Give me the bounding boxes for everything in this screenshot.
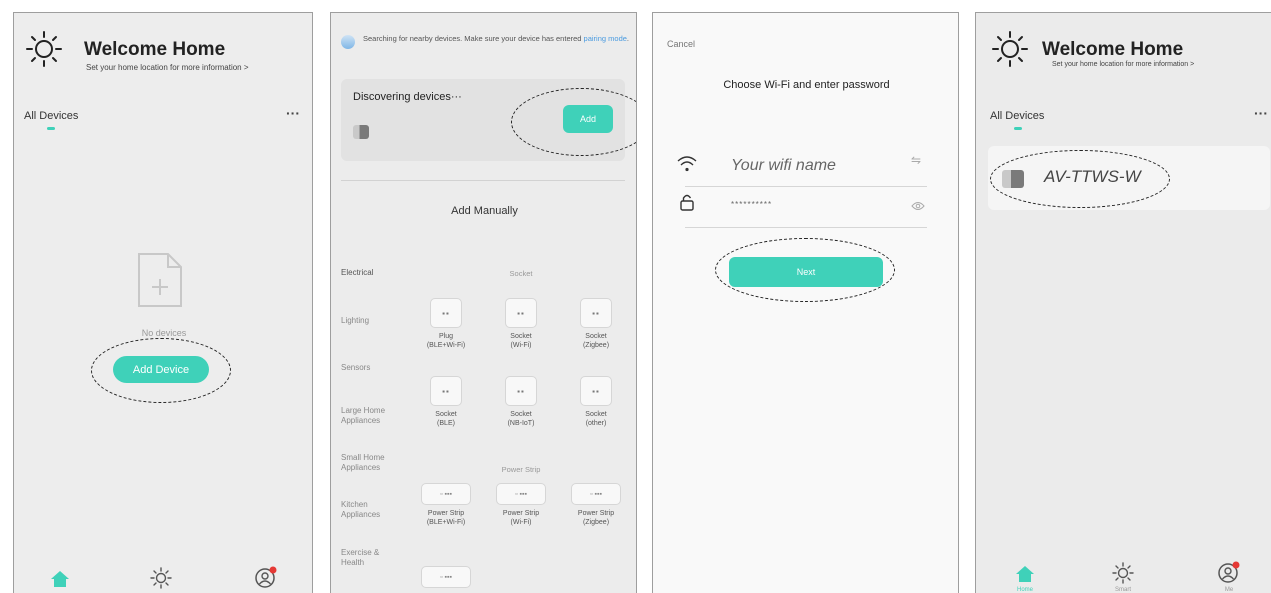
- searching-icon: [341, 35, 355, 49]
- smart-sun-icon[interactable]: [1111, 561, 1135, 585]
- product-socket-zigbee[interactable]: ▪▪ Socket (Zigbee): [566, 298, 626, 350]
- category-kitchen-appliances[interactable]: Kitchen Appliances: [341, 500, 391, 520]
- socket-icon: ▪▪: [430, 298, 462, 328]
- wifi-name-input[interactable]: Your wifi name: [731, 157, 836, 175]
- product-power-strip-zigbee[interactable]: ▫ ▪▪▪ Power Strip (Zigbee): [566, 483, 626, 527]
- lock-icon: [679, 193, 695, 211]
- product-sub: (Wi-Fi): [510, 342, 532, 349]
- product-name: Socket: [585, 333, 607, 340]
- password-underline: [685, 227, 927, 228]
- product-sub: (BLE): [437, 420, 455, 427]
- profile-icon[interactable]: [1216, 559, 1242, 585]
- sun-icon: [990, 29, 1030, 69]
- tab-indicator: [47, 127, 55, 130]
- divider: [341, 180, 625, 181]
- product-socket-ble[interactable]: ▪▪ Socket (BLE): [416, 376, 476, 428]
- tab-all-devices[interactable]: All Devices: [990, 110, 1044, 122]
- more-icon[interactable]: ···: [1254, 105, 1268, 121]
- product-sub: (BLE+Wi-Fi): [426, 519, 466, 526]
- product-socket-nb-iot[interactable]: ▪▪ Socket (NB-IoT): [491, 376, 551, 428]
- home-location-link[interactable]: Set your home location for more informat…: [86, 63, 249, 72]
- sun-icon: [24, 29, 64, 69]
- category-large-home-appliances[interactable]: Large Home Appliances: [341, 406, 391, 426]
- home-location-link[interactable]: Set your home location for more informat…: [1052, 61, 1194, 68]
- nav-label-smart: Smart: [1114, 587, 1131, 593]
- socket-icon: ▪▪: [430, 376, 462, 406]
- tab-indicator: [1014, 127, 1022, 130]
- product-sub: (Wi-Fi): [510, 519, 532, 526]
- searching-text: Searching for nearby devices. Make sure …: [363, 33, 629, 45]
- home-icon[interactable]: [49, 568, 71, 590]
- product-name: Socket: [510, 333, 532, 340]
- socket-icon: ▪▪: [580, 298, 612, 328]
- product-socket-wifi[interactable]: ▪▪ Socket (Wi-Fi): [491, 298, 551, 350]
- socket-icon: ▪▪: [505, 376, 537, 406]
- screen-add-device: Searching for nearby devices. Make sure …: [330, 12, 637, 593]
- product-power-strip-wifi[interactable]: ▫ ▪▪▪ Power Strip (Wi-Fi): [491, 483, 551, 527]
- category-sensors[interactable]: Sensors: [341, 363, 391, 373]
- category-small-home-appliances[interactable]: Small Home Appliances: [341, 453, 391, 473]
- section-power-strip: Power Strip: [501, 465, 541, 474]
- device-icon: [1002, 170, 1024, 193]
- section-socket: Socket: [509, 269, 533, 278]
- power-strip-icon: ▫ ▪▪▪: [421, 566, 471, 588]
- product-sub: (Zigbee): [582, 342, 610, 349]
- discovered-device-icon: [353, 125, 369, 144]
- next-button[interactable]: Next: [729, 257, 883, 287]
- product-name: Power Strip: [427, 510, 465, 517]
- nav-label-home: Home: [1016, 587, 1033, 593]
- add-button[interactable]: Add: [563, 105, 613, 133]
- wifi-icon: [677, 155, 697, 173]
- product-name: Plug: [438, 333, 453, 340]
- product-plug-ble-wifi[interactable]: ▪▪ Plug (BLE+Wi-Fi): [416, 298, 476, 350]
- product-sub: (Zigbee): [582, 519, 610, 526]
- screen-home-device: Welcome Home Set your home location for …: [975, 12, 1271, 593]
- product-power-strip-partial[interactable]: ▫ ▪▪▪: [416, 566, 476, 592]
- category-exercise-health[interactable]: Exercise & Health: [341, 548, 391, 568]
- wifi-title: Choose Wi-Fi and enter password: [723, 79, 890, 91]
- profile-icon[interactable]: [253, 564, 279, 590]
- cancel-link[interactable]: Cancel: [667, 39, 695, 49]
- nav-label-me: Me: [1224, 587, 1234, 593]
- switch-network-icon[interactable]: ⇋: [911, 153, 921, 167]
- product-name: Power Strip: [577, 510, 615, 517]
- product-name: Socket: [585, 411, 607, 418]
- add-device-button[interactable]: Add Device: [113, 356, 209, 383]
- power-strip-icon: ▫ ▪▪▪: [496, 483, 546, 505]
- category-electrical[interactable]: Electrical: [341, 268, 391, 278]
- product-power-strip-ble-wifi[interactable]: ▫ ▪▪▪ Power Strip (BLE+Wi-Fi): [416, 483, 476, 527]
- add-manually-title: Add Manually: [451, 205, 518, 217]
- empty-document-icon: [136, 251, 184, 309]
- wifi-underline: [685, 186, 927, 187]
- product-name: Power Strip: [502, 510, 540, 517]
- socket-icon: ▪▪: [580, 376, 612, 406]
- screen-home-empty: Welcome Home Set your home location for …: [13, 12, 313, 593]
- screen-wifi: Cancel Choose Wi-Fi and enter password Y…: [652, 12, 959, 593]
- power-strip-icon: ▫ ▪▪▪: [571, 483, 621, 505]
- searching-message: Searching for nearby devices. Make sure …: [363, 34, 582, 43]
- product-name: Socket: [435, 411, 457, 418]
- welcome-title: Welcome Home: [1042, 39, 1184, 60]
- product-sub: (other): [585, 420, 607, 427]
- product-name: Socket: [510, 411, 532, 418]
- more-icon[interactable]: ···: [286, 105, 300, 121]
- home-icon[interactable]: [1014, 563, 1036, 585]
- welcome-title: Welcome Home: [84, 39, 226, 60]
- discovering-label: Discovering devices···: [353, 91, 462, 103]
- searching-tail: .: [626, 34, 629, 43]
- password-input[interactable]: **********: [731, 200, 772, 209]
- tab-all-devices[interactable]: All Devices: [24, 110, 78, 122]
- power-strip-icon: ▫ ▪▪▪: [421, 483, 471, 505]
- smart-sun-icon[interactable]: [149, 566, 173, 590]
- no-devices-label: No devices: [141, 328, 187, 338]
- product-socket-other[interactable]: ▪▪ Socket (other): [566, 376, 626, 428]
- socket-icon: ▪▪: [505, 298, 537, 328]
- show-password-eye-icon[interactable]: [911, 198, 925, 210]
- category-lighting[interactable]: Lighting: [341, 316, 391, 326]
- pairing-mode-link[interactable]: pairing mode: [584, 34, 627, 43]
- product-sub: (BLE+Wi-Fi): [426, 342, 466, 349]
- device-name: AV-TTWS-W: [1044, 167, 1141, 186]
- product-sub: (NB-IoT): [507, 420, 535, 427]
